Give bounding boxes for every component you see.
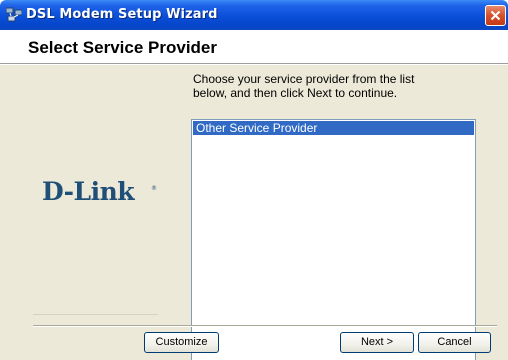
- wizard-window: DSL Modem Setup Wizard Select Service Pr…: [0, 0, 508, 360]
- customize-button[interactable]: Customize: [144, 332, 219, 353]
- close-button[interactable]: [485, 5, 506, 26]
- list-item-other-service-provider[interactable]: Other Service Provider: [193, 121, 474, 135]
- wizard-header: Select Service Provider: [0, 30, 508, 63]
- instruction-text: Choose your service provider from the li…: [193, 72, 483, 100]
- logo-registered-mark: ®: [151, 185, 157, 192]
- footer-divider-highlight: [33, 326, 497, 327]
- service-provider-list[interactable]: Other Service Provider: [191, 119, 476, 360]
- window-title: DSL Modem Setup Wizard: [26, 7, 218, 22]
- footer-divider-short: [33, 314, 158, 315]
- wizard-body: Choose your service provider from the li…: [0, 65, 508, 360]
- page-title: Select Service Provider: [28, 38, 218, 57]
- instruction-line-2: below, and then click Next to continue.: [193, 86, 398, 100]
- cancel-button[interactable]: Cancel: [418, 332, 491, 353]
- close-icon: [490, 10, 501, 21]
- dlink-logo: D-Link: [42, 177, 135, 206]
- network-computers-icon: [5, 7, 23, 23]
- title-bar[interactable]: DSL Modem Setup Wizard: [0, 0, 508, 30]
- instruction-line-1: Choose your service provider from the li…: [193, 72, 415, 86]
- next-button[interactable]: Next >: [340, 332, 414, 353]
